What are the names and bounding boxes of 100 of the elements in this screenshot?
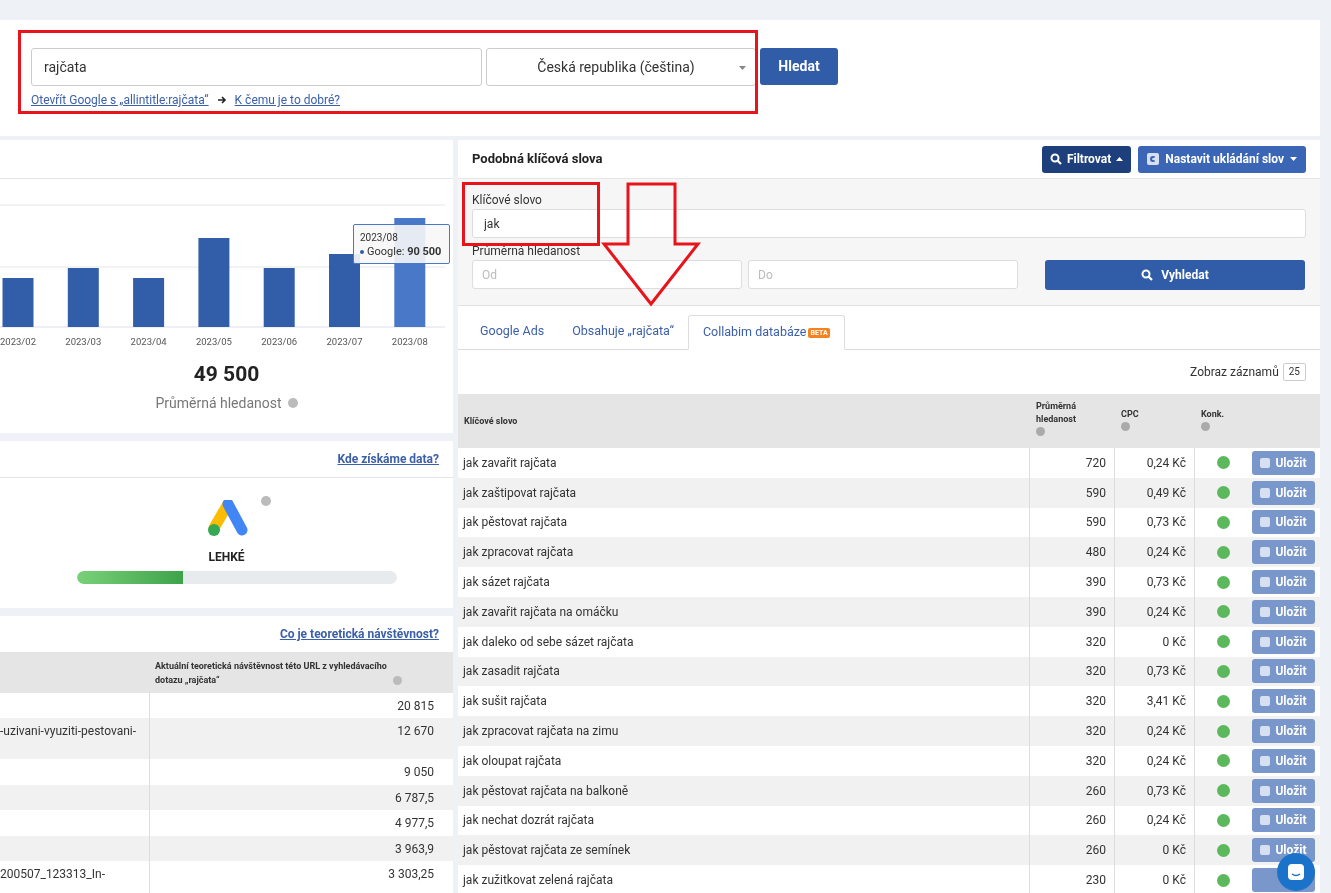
traffic-value: 3 963,9 xyxy=(394,842,434,856)
country-dropdown[interactable]: Česká republika (čeština) xyxy=(486,48,756,86)
volume-value: 260 xyxy=(1085,842,1106,860)
cpc-value: 0,24 Kč xyxy=(1146,752,1186,770)
logo-icon xyxy=(1260,785,1271,796)
cpc-value: 0,73 Kč xyxy=(1146,514,1186,532)
keyword-text: jak zužitkovat zelená rajčata xyxy=(463,872,613,890)
axis-label: 2023/08 xyxy=(391,336,428,347)
cpc-value: 0,24 Kč xyxy=(1146,812,1186,830)
axis-label: 2023/07 xyxy=(326,336,363,347)
volume-value: 590 xyxy=(1085,514,1106,532)
average-label: Průměrná hledanost xyxy=(155,393,282,413)
save-button[interactable]: Uložit xyxy=(1252,689,1315,714)
logo-icon xyxy=(1260,606,1271,617)
keyword-text: jak daleko od sebe sázet rajčata xyxy=(463,633,634,651)
info-icon xyxy=(287,398,298,408)
column-header: Aktuální teoretická návštěvnost této URL z vyhledávacího dotazu „rajčata“ xyxy=(155,660,388,687)
save-button[interactable]: Uložit xyxy=(1252,599,1315,624)
cpc-value: 0,49 Kč xyxy=(1146,484,1186,502)
cpc-value: 0,24 Kč xyxy=(1146,723,1186,741)
search-button[interactable]: Vyhledat xyxy=(1045,260,1305,290)
save-button[interactable]: Uložit xyxy=(1252,570,1315,595)
chart-bar xyxy=(2,278,34,327)
cpc-value: 0 Kč xyxy=(1162,872,1186,890)
keyword-text: jak pěstovat rajčata ze semínek xyxy=(463,842,631,860)
axis-label: 2023/04 xyxy=(130,336,167,347)
volume-value: 320 xyxy=(1085,693,1106,711)
logo-icon xyxy=(1260,845,1271,856)
cpc-value: 3,41 Kč xyxy=(1146,693,1186,711)
save-button[interactable]: Uložit xyxy=(1252,659,1315,684)
tab[interactable]: Google Ads xyxy=(466,314,559,349)
logo-icon xyxy=(1260,726,1271,737)
keyword-text: jak sázet rajčata xyxy=(463,574,550,592)
cpc-value: 0,24 Kč xyxy=(1146,603,1186,621)
keyword-text: jak zavařit rajčata na omáčku xyxy=(463,603,619,621)
search-icon xyxy=(1049,153,1062,165)
field-label: Klíčové slovo xyxy=(472,193,543,207)
cpc-value: 0,24 Kč xyxy=(1146,454,1186,472)
keyword-text: jak zaštipovat rajčata xyxy=(463,484,577,502)
save-settings-button[interactable]: Nastavit ukládání slov xyxy=(1138,145,1306,173)
column-header: Konk. xyxy=(1201,408,1226,421)
info-icon xyxy=(261,496,271,506)
volume-value: 720 xyxy=(1085,454,1106,472)
chart-bar xyxy=(263,268,295,327)
volume-value: 320 xyxy=(1085,633,1106,651)
from-field[interactable]: Od xyxy=(472,260,742,289)
save-button[interactable]: Uložit xyxy=(1252,629,1315,654)
save-button[interactable]: Uložit xyxy=(1252,808,1315,833)
ads-logo-icon xyxy=(205,500,248,538)
logo-icon xyxy=(1260,577,1271,588)
url-text: -uzivani-vyuziti-pestovani- xyxy=(0,724,137,738)
volume-value: 320 xyxy=(1085,723,1106,741)
chart-bar xyxy=(133,278,165,327)
info-icon xyxy=(393,676,402,685)
cpc-value: 0,73 Kč xyxy=(1146,782,1186,800)
logo-icon xyxy=(1260,815,1271,826)
save-button[interactable]: Uložit xyxy=(1252,510,1315,535)
page-size-field[interactable]: 25 xyxy=(1282,363,1306,381)
search-field[interactable]: rajčata xyxy=(31,48,482,86)
save-button[interactable]: Uložit xyxy=(1252,450,1315,475)
cpc-value: 0,73 Kč xyxy=(1146,574,1186,592)
search-button[interactable]: Hledat xyxy=(760,48,838,85)
info-icon xyxy=(1121,422,1130,431)
logo-icon xyxy=(1147,153,1160,165)
tooltip-text: Google: 90 500 xyxy=(367,245,442,259)
logo-icon xyxy=(1260,547,1271,558)
keyword-text: jak zavařit rajčata xyxy=(463,454,557,472)
cpc-value: 0,24 Kč xyxy=(1146,544,1186,562)
traffic-value: 3 303,25 xyxy=(388,867,434,881)
column-header: Průměrná hledanost xyxy=(1036,400,1077,426)
data-source-link[interactable]: Kde získáme data? xyxy=(337,450,439,468)
traffic-value: 6 787,5 xyxy=(394,791,434,805)
arrow-right-icon xyxy=(216,95,227,105)
axis-label: 2023/06 xyxy=(261,336,298,347)
column-header: Klíčové slovo xyxy=(464,414,518,428)
keyword-text: jak zasadit rajčata xyxy=(463,663,560,681)
logo-icon xyxy=(1260,636,1271,647)
to-field[interactable]: Do xyxy=(748,260,1018,289)
keyword-text: jak zpracovat rajčata xyxy=(463,544,574,562)
save-button[interactable]: Uložit xyxy=(1252,540,1315,565)
chat-icon xyxy=(1287,863,1305,881)
chart-bar xyxy=(67,268,99,327)
keyword-text: jak pěstovat rajčata xyxy=(463,514,567,532)
tab[interactable]: Obsahuje „rajčata“ xyxy=(558,314,688,349)
filter-button[interactable]: Filtrovat xyxy=(1041,145,1132,173)
save-button[interactable]: Uložit xyxy=(1252,480,1315,505)
google-link[interactable]: Otevřít Google s „allintitle:rajčata“ xyxy=(31,91,209,109)
volume-value: 260 xyxy=(1085,812,1106,830)
traffic-value: 4 977,5 xyxy=(394,816,434,830)
save-button[interactable]: Uložit xyxy=(1252,748,1315,773)
url-text: 200507_123313_In- xyxy=(0,867,105,881)
page-size-label: Zobraz záznamů xyxy=(1190,364,1279,381)
save-button[interactable]: Uložit xyxy=(1252,719,1315,744)
keyword-field[interactable]: jak xyxy=(472,209,1306,238)
axis-label: 2023/05 xyxy=(195,336,232,347)
help-link[interactable]: K čemu je to dobré? xyxy=(234,91,341,109)
volume-value: 230 xyxy=(1085,872,1106,890)
save-button[interactable]: Uložit xyxy=(1252,778,1315,803)
logo-icon xyxy=(1260,696,1271,707)
traffic-help-link[interactable]: Co je teoretická návštěvnost? xyxy=(279,625,439,643)
